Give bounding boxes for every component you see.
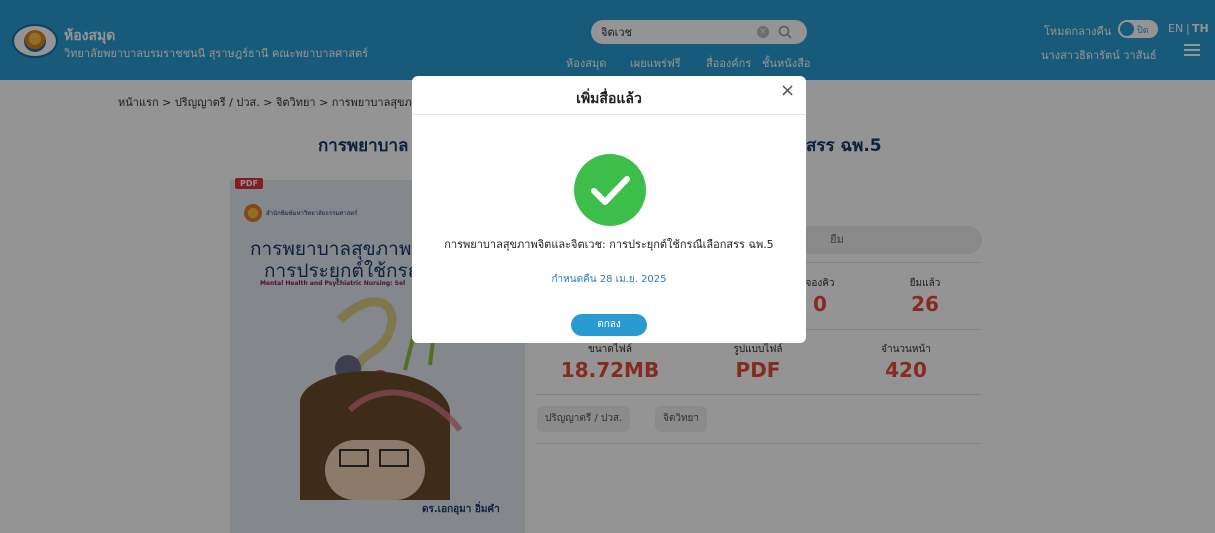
dialog-title: เพิ่มสื่อแล้ว bbox=[576, 91, 642, 107]
close-icon[interactable]: × bbox=[780, 80, 795, 101]
check-icon bbox=[574, 154, 646, 226]
dialog-due-date: กำหนดคืน 28 เม.ย. 2025 bbox=[551, 274, 667, 285]
added-dialog: เพิ่มสื่อแล้ว × การพยาบาลสุขภาพจิตและจิต… bbox=[412, 76, 806, 343]
dialog-divider bbox=[412, 114, 806, 115]
ok-button[interactable]: ตกลง bbox=[571, 314, 647, 336]
dialog-book-title: การพยาบาลสุขภาพจิตและจิตเวช: การประยุกต์… bbox=[444, 238, 774, 251]
